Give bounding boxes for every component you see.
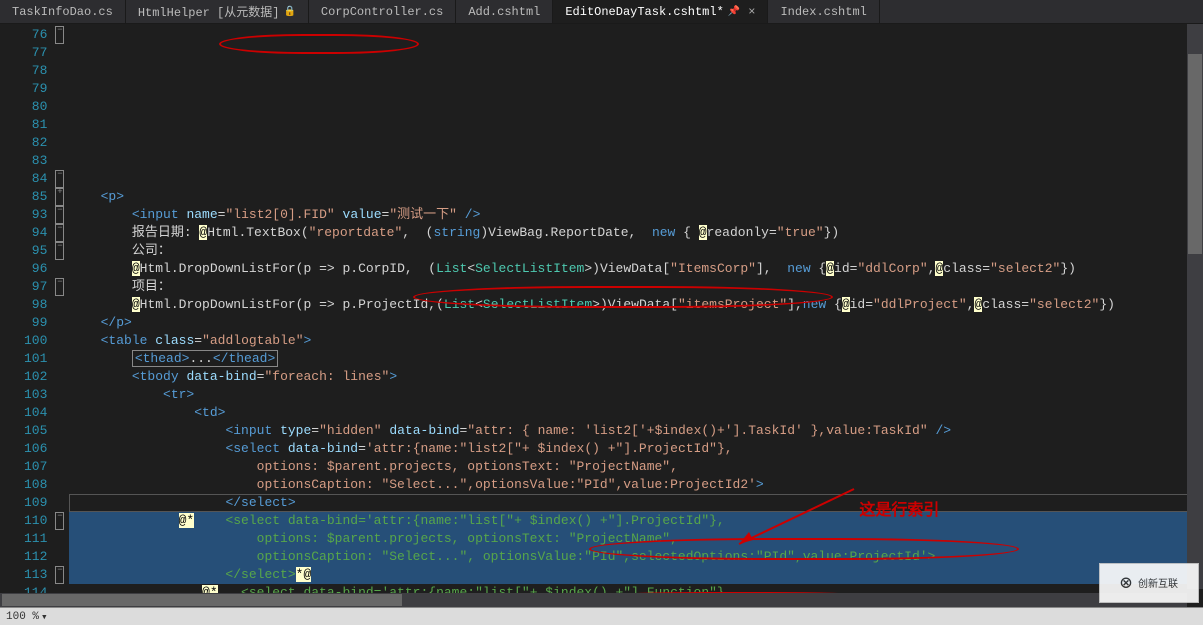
fold-column[interactable]: − −+−−− − − − (55, 24, 69, 607)
chevron-down-icon: ▾ (41, 610, 48, 624)
code-line[interactable]: </p> (69, 314, 1203, 332)
code-line[interactable]: options: $parent.projects, optionsText: … (69, 458, 1203, 476)
scroll-thumb[interactable] (1188, 54, 1202, 254)
code-line[interactable]: 项目： (69, 278, 1203, 296)
status-bar: 100 % ▾ (0, 607, 1203, 625)
code-line[interactable]: <thead>...</thead> (69, 350, 1203, 368)
watermark-logo: ⊗ 创新互联 (1099, 563, 1199, 603)
code-line[interactable]: 公司： (69, 242, 1203, 260)
tab-htmlhelper[interactable]: HtmlHelper [从元数据]🔒 (126, 0, 309, 23)
code-line[interactable]: optionsCaption: "Select...", optionsValu… (69, 548, 1203, 566)
tab-label: TaskInfoDao.cs (12, 5, 113, 19)
tab-label: Add.cshtml (468, 5, 540, 19)
scroll-thumb[interactable] (2, 594, 402, 606)
tab-add[interactable]: Add.cshtml (456, 0, 553, 23)
annotation-oval-1 (219, 34, 419, 54)
tabbar: TaskInfoDao.cs HtmlHelper [从元数据]🔒 CorpCo… (0, 0, 1203, 24)
tab-label: CorpController.cs (321, 5, 443, 19)
code-line[interactable]: <select data-bind='attr:{name:"list2["+ … (69, 440, 1203, 458)
code-line[interactable]: <tr> (69, 386, 1203, 404)
tab-label: EditOneDayTask.cshtml* (565, 5, 723, 19)
code-line[interactable]: optionsCaption: "Select...",optionsValue… (69, 476, 1203, 494)
code-line[interactable]: <tbody data-bind="foreach: lines"> (69, 368, 1203, 386)
code-line[interactable]: <input name="list2[0].FID" value="测试一下" … (69, 206, 1203, 224)
lock-icon: 🔒 (283, 6, 295, 18)
annotation-text: 这是行索引 (859, 502, 939, 520)
code-line[interactable]: options: $parent.projects, optionsText: … (69, 530, 1203, 548)
zoom-level[interactable]: 100 % ▾ (6, 610, 48, 624)
code-line[interactable]: <p> (69, 188, 1203, 206)
tab-index[interactable]: Index.cshtml (768, 0, 879, 23)
vertical-scrollbar[interactable] (1187, 24, 1203, 589)
code-line[interactable]: @Html.DropDownListFor(p => p.ProjectId,(… (69, 296, 1203, 314)
line-numbers: 7677787980818283848593949596979899100101… (0, 24, 55, 607)
tab-label: Index.cshtml (780, 5, 866, 19)
code-line[interactable]: <table class="addlogtable"> (69, 332, 1203, 350)
code-line[interactable]: <input type="hidden" data-bind="attr: { … (69, 422, 1203, 440)
pin-icon[interactable]: 📌 (728, 6, 740, 18)
close-icon[interactable]: × (748, 5, 755, 19)
gutter: 7677787980818283848593949596979899100101… (0, 24, 69, 607)
code-line[interactable]: @* <select data-bind='attr:{name:"list["… (69, 512, 1203, 530)
code-line[interactable]: <td> (69, 404, 1203, 422)
code-line[interactable]: @Html.DropDownListFor(p => p.CorpID, (Li… (69, 260, 1203, 278)
code-editor[interactable]: 7677787980818283848593949596979899100101… (0, 24, 1203, 607)
tab-editonedaytask[interactable]: EditOneDayTask.cshtml* 📌 × (553, 0, 768, 23)
tab-label: HtmlHelper [从元数据] (138, 3, 280, 20)
code-area[interactable]: 这是行索引 <p> <input name="list2[0].FID" val… (69, 24, 1203, 607)
tab-corpcontroller[interactable]: CorpController.cs (309, 0, 456, 23)
code-line[interactable]: 报告日期: @Html.TextBox("reportdate", (strin… (69, 224, 1203, 242)
tab-taskinfodao[interactable]: TaskInfoDao.cs (0, 0, 126, 23)
code-line[interactable]: </select> (69, 494, 1203, 512)
code-line[interactable]: </select>*@ (69, 566, 1203, 584)
horizontal-scrollbar[interactable] (0, 593, 1187, 607)
